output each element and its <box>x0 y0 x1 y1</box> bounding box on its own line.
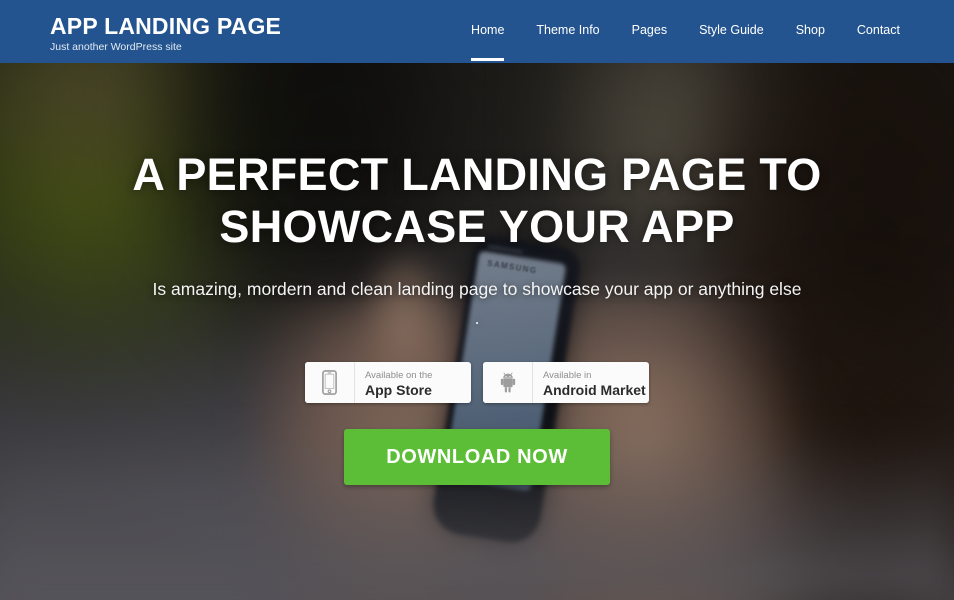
nav-item-home[interactable]: Home <box>455 0 520 63</box>
nav-item-shop[interactable]: Shop <box>780 0 841 63</box>
site-branding[interactable]: APP LANDING PAGE Just another WordPress … <box>50 13 281 54</box>
landing-page: SAMSUNG APP LANDING PAGE Just another Wo… <box>0 0 954 600</box>
app-store-name: App Store <box>365 382 432 398</box>
nav-item-pages[interactable]: Pages <box>616 0 683 63</box>
nav-item-theme-info[interactable]: Theme Info <box>520 0 615 63</box>
primary-navigation: Home Theme Info Pages Style Guide Shop C… <box>455 0 916 63</box>
app-store-availability-label: Available on the <box>365 370 433 381</box>
site-title[interactable]: APP LANDING PAGE <box>50 13 281 39</box>
nav-label: Contact <box>856 23 900 37</box>
android-market-name: Android Market <box>543 382 646 398</box>
nav-label: Style Guide <box>699 23 764 37</box>
android-market-button[interactable]: Available in Android Market <box>483 362 649 403</box>
nav-label: Home <box>471 23 505 37</box>
iphone-icon <box>305 362 355 403</box>
download-now-button[interactable]: DOWNLOAD NOW <box>344 429 610 485</box>
nav-item-contact[interactable]: Contact <box>841 0 916 63</box>
nav-item-style-guide[interactable]: Style Guide <box>683 0 780 63</box>
android-availability-label: Available in <box>543 370 592 381</box>
android-market-button-text: Available in Android Market <box>533 362 649 403</box>
android-robot-icon <box>483 362 533 403</box>
hero-headline: A PERFECT LANDING PAGE TO SHOWCASE YOUR … <box>132 149 822 252</box>
app-store-badges: Available on the App Store Available in … <box>0 362 954 403</box>
hero-section: A PERFECT LANDING PAGE TO SHOWCASE YOUR … <box>0 63 954 600</box>
hero-subheadline: Is amazing, mordern and clean landing pa… <box>152 279 802 328</box>
nav-label: Pages <box>631 23 668 37</box>
nav-label: Theme Info <box>536 23 600 37</box>
site-tagline: Just another WordPress site <box>50 41 182 53</box>
app-store-button[interactable]: Available on the App Store <box>305 362 471 403</box>
site-header: APP LANDING PAGE Just another WordPress … <box>0 0 954 63</box>
nav-active-underline <box>471 58 505 61</box>
nav-label: Shop <box>795 23 825 37</box>
cta-container: DOWNLOAD NOW <box>0 429 954 485</box>
app-store-button-text: Available on the App Store <box>355 362 471 403</box>
